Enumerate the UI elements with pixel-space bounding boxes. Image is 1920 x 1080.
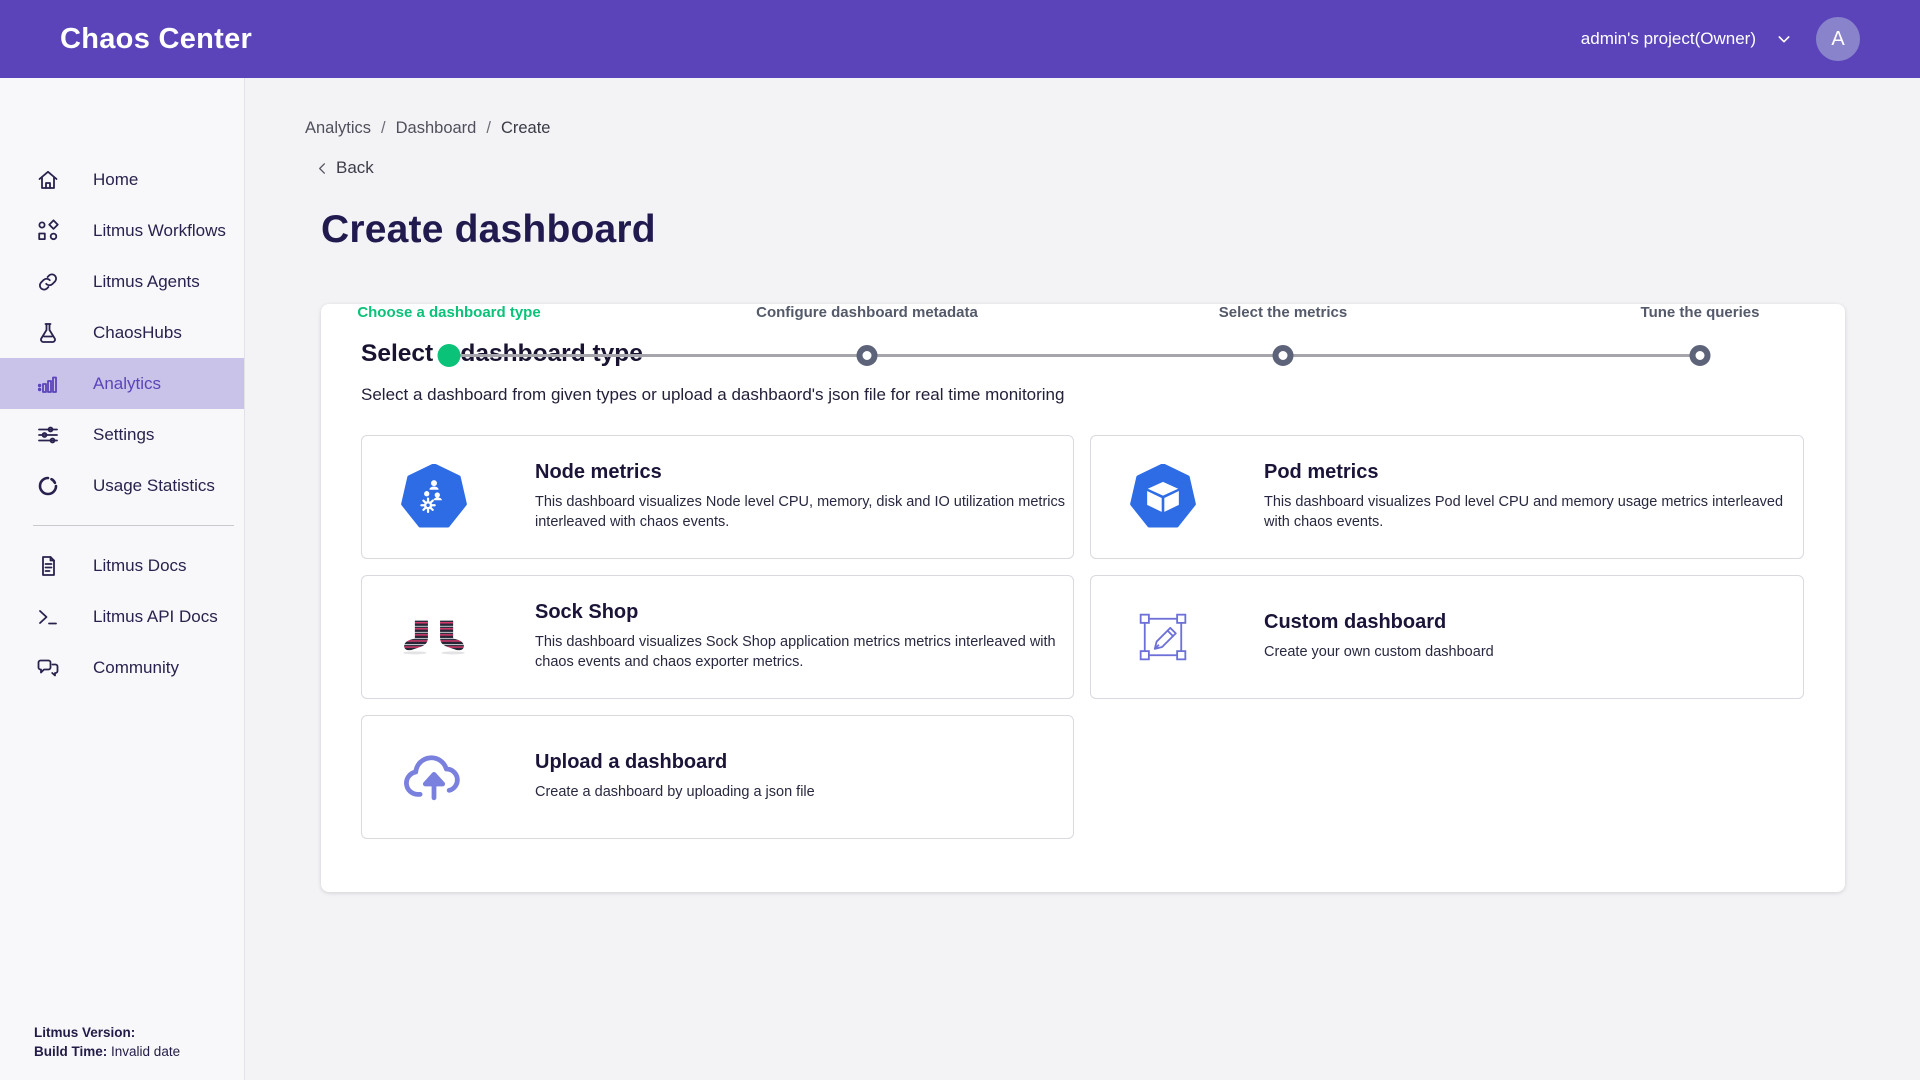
step-label-select-metrics: Select the metrics (1219, 304, 1347, 321)
option-description: Create your own custom dashboard (1264, 643, 1494, 663)
step-dot (1273, 345, 1294, 366)
main-content: Analytics / Dashboard / Create Back Crea… (245, 78, 1920, 1080)
breadcrumb-analytics[interactable]: Analytics (305, 119, 371, 138)
sidebar-item-litmus-agents[interactable]: Litmus Agents (0, 256, 244, 307)
bar-chart-icon (36, 372, 60, 396)
sidebar-item-analytics[interactable]: Analytics (0, 358, 244, 409)
sidebar-item-community[interactable]: Community (0, 642, 244, 693)
project-selector[interactable]: admin's project(Owner) (1581, 29, 1792, 49)
step-dot (1690, 345, 1711, 366)
sidebar-item-label: Home (93, 170, 138, 190)
back-label: Back (336, 158, 374, 178)
sidebar-item-label: Litmus Docs (93, 556, 187, 576)
option-description: This dashboard visualizes Pod level CPU … (1264, 493, 1803, 532)
upload-cloud-icon (399, 735, 469, 819)
link-icon (36, 270, 60, 294)
step-dot-active (438, 344, 461, 367)
select-dashboard-panel: Select a dashboard type Select a dashboa… (321, 304, 1845, 892)
breadcrumb-create: Create (501, 119, 551, 138)
breadcrumb-separator: / (486, 119, 491, 138)
app-title: Chaos Center (60, 23, 252, 56)
option-title: Upload a dashboard (535, 751, 815, 774)
sidebar-item-label: Settings (93, 425, 154, 445)
breadcrumb-separator: / (381, 119, 386, 138)
sidebar-item-label: Analytics (93, 374, 161, 394)
terminal-icon (36, 605, 60, 629)
sidebar-footer: Litmus Version: Build Time: Invalid date (34, 1023, 180, 1062)
project-name: admin's project(Owner) (1581, 29, 1756, 49)
custom-dashboard-icon (1128, 595, 1198, 679)
chevron-left-icon (315, 161, 330, 176)
litmus-version-label: Litmus Version: (34, 1025, 135, 1040)
sidebar-item-label: Litmus Agents (93, 272, 200, 292)
sidebar-item-label: Usage Statistics (93, 476, 215, 496)
step-label-tune-queries: Tune the queries (1641, 304, 1760, 321)
build-time-label: Build Time: (34, 1044, 107, 1059)
usage-icon (36, 474, 60, 498)
option-node-metrics[interactable]: Node metrics This dashboard visualizes N… (361, 435, 1074, 559)
option-description: This dashboard visualizes Sock Shop appl… (535, 633, 1073, 672)
home-icon (36, 168, 60, 192)
step-label-configure-metadata: Configure dashboard metadata (756, 304, 978, 321)
sidebar-item-usage-statistics[interactable]: Usage Statistics (0, 460, 244, 511)
option-description: Create a dashboard by uploading a json f… (535, 783, 815, 803)
panel-subheading: Select a dashboard from given types or u… (361, 385, 1805, 405)
avatar-initial: A (1831, 28, 1844, 51)
dashboard-wizard: Choose a dashboard type Configure dashbo… (321, 304, 1845, 892)
build-time-value: Invalid date (111, 1044, 180, 1059)
sock-shop-icon (399, 595, 469, 679)
chevron-down-icon (1776, 31, 1792, 47)
sidebar-item-label: ChaosHubs (93, 323, 182, 343)
option-title: Sock Shop (535, 601, 1073, 624)
step-dot (857, 345, 878, 366)
step-label-choose-type: Choose a dashboard type (357, 304, 540, 321)
workflows-icon (36, 219, 60, 243)
option-title: Custom dashboard (1264, 611, 1494, 634)
app-header: Chaos Center admin's project(Owner) A (0, 0, 1920, 78)
kubernetes-node-icon (399, 455, 469, 539)
option-upload-dashboard[interactable]: Upload a dashboard Create a dashboard by… (361, 715, 1074, 839)
flask-icon (36, 321, 60, 345)
option-title: Node metrics (535, 461, 1073, 484)
sidebar-item-litmus-workflows[interactable]: Litmus Workflows (0, 205, 244, 256)
sidebar-item-label: Community (93, 658, 179, 678)
sidebar-item-settings[interactable]: Settings (0, 409, 244, 460)
sidebar-item-litmus-docs[interactable]: Litmus Docs (0, 540, 244, 591)
back-button[interactable]: Back (315, 158, 374, 178)
option-title: Pod metrics (1264, 461, 1803, 484)
option-custom-dashboard[interactable]: Custom dashboard Create your own custom … (1090, 575, 1804, 699)
kubernetes-pod-icon (1128, 455, 1198, 539)
option-sock-shop[interactable]: Sock Shop This dashboard visualizes Sock… (361, 575, 1074, 699)
sliders-icon (36, 423, 60, 447)
sidebar-item-litmus-api-docs[interactable]: Litmus API Docs (0, 591, 244, 642)
sidebar-item-home[interactable]: Home (0, 154, 244, 205)
sidebar-item-label: Litmus Workflows (93, 221, 226, 241)
sidebar: Home Litmus Workflows Litmus Agents Chao… (0, 78, 245, 1080)
community-icon (36, 656, 60, 680)
sidebar-divider (33, 525, 234, 526)
option-pod-metrics[interactable]: Pod metrics This dashboard visualizes Po… (1090, 435, 1804, 559)
avatar[interactable]: A (1816, 17, 1860, 61)
document-icon (36, 554, 60, 578)
page-title: Create dashboard (321, 208, 1920, 252)
sidebar-item-label: Litmus API Docs (93, 607, 218, 627)
option-description: This dashboard visualizes Node level CPU… (535, 493, 1073, 532)
stepper-track (449, 354, 1700, 357)
dashboard-type-grid: Node metrics This dashboard visualizes N… (361, 435, 1805, 839)
breadcrumb-dashboard[interactable]: Dashboard (396, 119, 477, 138)
breadcrumb: Analytics / Dashboard / Create (305, 119, 1920, 138)
sidebar-item-chaoshubs[interactable]: ChaosHubs (0, 307, 244, 358)
